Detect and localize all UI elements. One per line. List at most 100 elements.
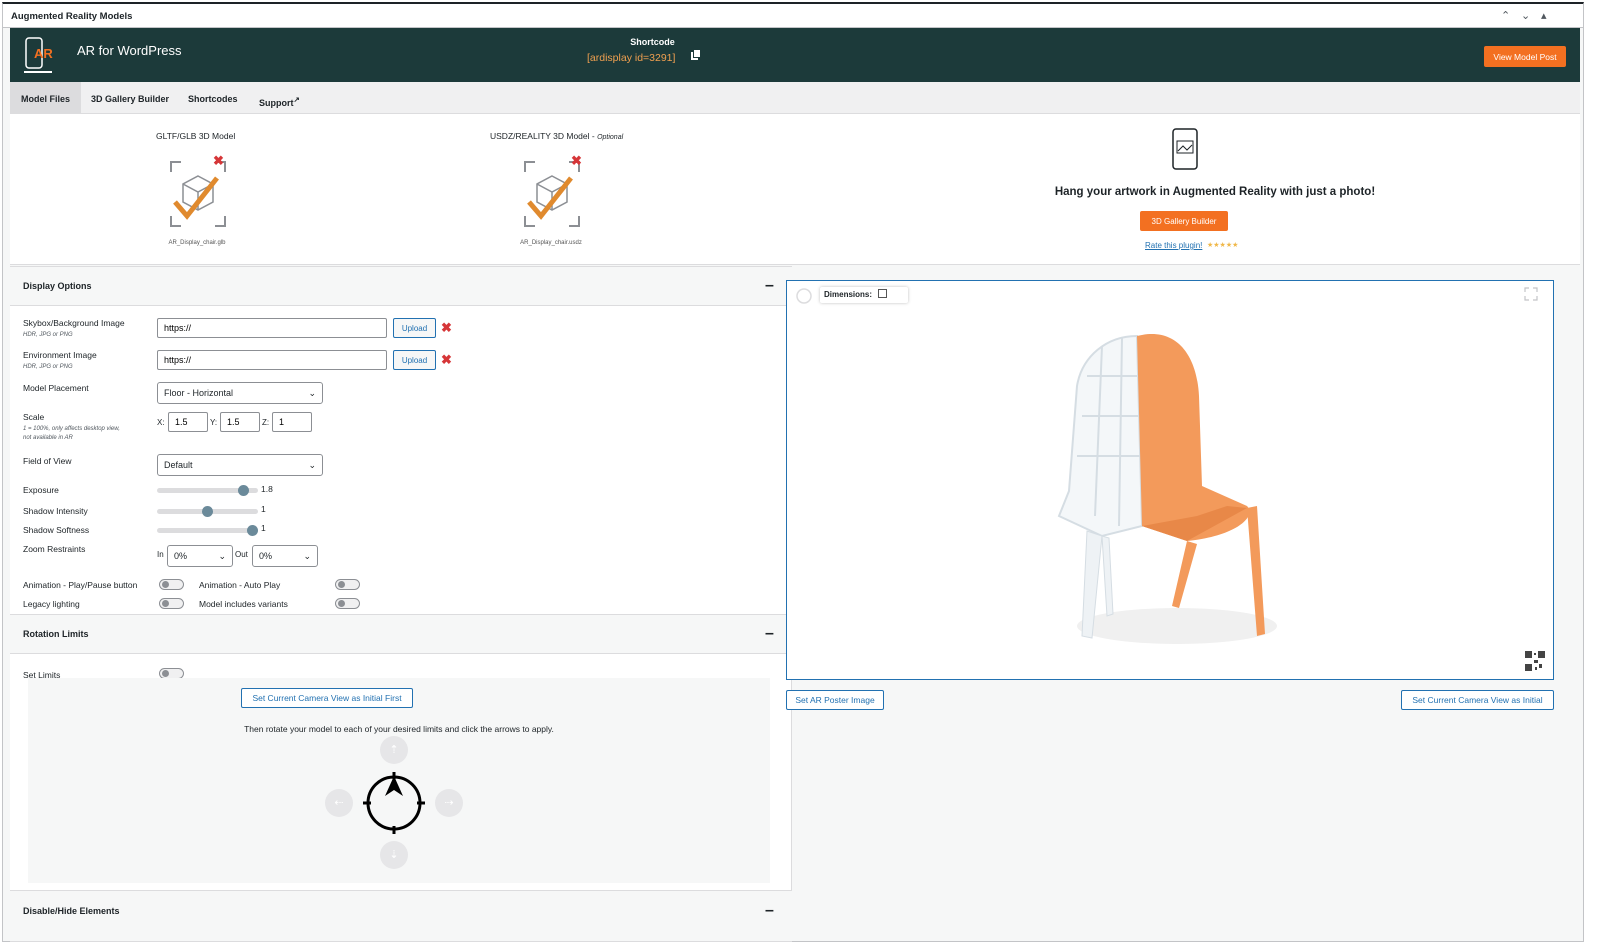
exposure-label: Exposure bbox=[23, 485, 59, 495]
scale-sub-2: not available in AR bbox=[23, 435, 73, 441]
arrow-right-icon[interactable]: ⇢ bbox=[435, 789, 463, 817]
arrow-left-icon[interactable]: ⇠ bbox=[325, 789, 353, 817]
variants-label: Model includes variants bbox=[199, 599, 288, 609]
fullscreen-icon[interactable] bbox=[1524, 287, 1538, 301]
placement-select[interactable]: Floor - Horizontal ⌄ bbox=[157, 382, 323, 404]
display-options-header[interactable]: Display Options – bbox=[10, 266, 792, 306]
model-viewer[interactable]: Dimensions: bbox=[786, 280, 1554, 680]
usdz-filename: AR_Display_chair.usdz bbox=[520, 240, 582, 246]
chevron-down-icon: ⌄ bbox=[308, 388, 316, 398]
optional-label: Optional bbox=[597, 134, 624, 141]
anim-auto-toggle[interactable] bbox=[335, 579, 360, 590]
anim-auto-label: Animation - Auto Play bbox=[199, 580, 281, 590]
anim-play-label: Animation - Play/Pause button bbox=[23, 580, 138, 590]
fov-label: Field of View bbox=[23, 456, 72, 466]
usdz-model-icon[interactable] bbox=[521, 158, 583, 232]
shortcode-value[interactable]: [ardisplay id=3291] bbox=[587, 52, 675, 64]
shadow-intensity-label: Shadow Intensity bbox=[23, 506, 88, 516]
arrow-up-icon[interactable]: ⇡ bbox=[380, 736, 408, 764]
scale-x-input[interactable] bbox=[168, 412, 208, 432]
skybox-remove-icon[interactable]: ✖ bbox=[441, 321, 452, 334]
disable-hide-header[interactable]: Disable/Hide Elements – bbox=[10, 890, 792, 942]
tab-support[interactable]: Support↗ bbox=[248, 82, 311, 114]
set-camera-initial-button[interactable]: Set Current Camera View as Initial bbox=[1401, 690, 1554, 710]
chevron-down-icon: ⌄ bbox=[308, 460, 316, 470]
environment-remove-icon[interactable]: ✖ bbox=[441, 353, 452, 366]
collapse-toggle-icon[interactable]: – bbox=[765, 277, 774, 295]
move-down-icon[interactable]: ⌄ bbox=[1521, 9, 1530, 22]
skybox-label: Skybox/Background Image HDR, JPG or PNG bbox=[23, 318, 125, 340]
skybox-label-text: Skybox/Background Image bbox=[23, 318, 125, 328]
shadow-softness-thumb[interactable] bbox=[247, 525, 258, 536]
skybox-upload-button[interactable]: Upload bbox=[393, 318, 436, 338]
dimensions-toggle[interactable]: Dimensions: bbox=[820, 287, 908, 303]
usdz-title-text: USDZ/REALITY 3D Model - bbox=[490, 131, 598, 141]
scale-z-input[interactable] bbox=[272, 412, 312, 432]
shadow-softness-value: 1 bbox=[261, 523, 266, 533]
shadow-intensity-slider[interactable] bbox=[157, 506, 258, 517]
tab-shortcodes[interactable]: Shortcodes bbox=[177, 82, 249, 114]
fov-select[interactable]: Default ⌄ bbox=[157, 454, 323, 476]
remove-gltf-icon[interactable]: ✖ bbox=[213, 154, 224, 167]
environment-sub: HDR, JPG or PNG bbox=[23, 364, 73, 370]
shadow-softness-slider[interactable] bbox=[157, 525, 258, 536]
legacy-lighting-toggle[interactable] bbox=[159, 598, 184, 609]
anim-play-toggle[interactable] bbox=[159, 579, 184, 590]
chevron-down-icon: ⌄ bbox=[218, 551, 226, 561]
zoom-in-value: 0% bbox=[174, 551, 188, 561]
phone-artwork-icon bbox=[1172, 128, 1198, 170]
metabox-title: Augmented Reality Models bbox=[11, 11, 133, 22]
rate-plugin-link[interactable]: Rate this plugin! bbox=[1145, 241, 1202, 250]
plugin-banner: AR AR for WordPress Shortcode [ardisplay… bbox=[10, 28, 1580, 82]
exposure-thumb[interactable] bbox=[238, 485, 249, 496]
compass-icon bbox=[363, 772, 425, 834]
zoom-out-select[interactable]: 0% ⌄ bbox=[252, 545, 318, 567]
tab-model-files[interactable]: Model Files bbox=[10, 82, 82, 114]
rotation-limits-header[interactable]: Rotation Limits – bbox=[10, 614, 792, 654]
zoom-in-label: In bbox=[157, 550, 164, 559]
scale-sub-1: 1 = 100%, only affects desktop view, bbox=[23, 426, 120, 432]
scale-y-input[interactable] bbox=[220, 412, 260, 432]
gallery-builder-button[interactable]: 3D Gallery Builder bbox=[1140, 211, 1228, 231]
legacy-lighting-label: Legacy lighting bbox=[23, 599, 80, 609]
rotation-instructions: Then rotate your model to each of your d… bbox=[244, 724, 554, 734]
remove-usdz-icon[interactable]: ✖ bbox=[571, 154, 582, 167]
environment-upload-button[interactable]: Upload bbox=[393, 350, 436, 370]
set-poster-image-button[interactable]: Set AR Poster Image bbox=[786, 690, 884, 710]
tab-3d-gallery-builder[interactable]: 3D Gallery Builder bbox=[80, 82, 180, 114]
collapse-icon[interactable]: ▴ bbox=[1541, 9, 1547, 22]
loading-spinner-icon bbox=[796, 288, 812, 304]
shadow-intensity-thumb[interactable] bbox=[202, 506, 213, 517]
zoom-in-select[interactable]: 0% ⌄ bbox=[167, 545, 233, 567]
disable-hide-title: Disable/Hide Elements bbox=[23, 906, 120, 916]
collapse-toggle-icon[interactable]: – bbox=[765, 902, 774, 920]
dimensions-checkbox[interactable] bbox=[878, 289, 887, 298]
skybox-url-input[interactable] bbox=[157, 318, 387, 338]
scale-y-label: Y: bbox=[210, 418, 218, 427]
skybox-sub: HDR, JPG or PNG bbox=[23, 332, 73, 338]
environment-url-input[interactable] bbox=[157, 350, 387, 370]
copy-icon[interactable] bbox=[690, 49, 702, 61]
qr-code-icon[interactable] bbox=[1524, 650, 1546, 672]
variants-toggle[interactable] bbox=[335, 598, 360, 609]
exposure-slider[interactable] bbox=[157, 485, 258, 496]
move-up-icon[interactable]: ⌃ bbox=[1501, 9, 1510, 22]
zoom-out-value: 0% bbox=[259, 551, 273, 561]
gltf-model-icon[interactable] bbox=[167, 158, 229, 232]
model-files-section: GLTF/GLB 3D Model ✖ AR_Display_chair.glb… bbox=[10, 114, 1580, 265]
gltf-title: GLTF/GLB 3D Model bbox=[156, 131, 236, 141]
set-initial-first-button[interactable]: Set Current Camera View as Initial First bbox=[241, 688, 413, 708]
scale-x-label: X: bbox=[157, 418, 165, 427]
arrow-down-icon[interactable]: ⇣ bbox=[380, 841, 408, 869]
collapse-toggle-icon[interactable]: – bbox=[765, 625, 774, 643]
shadow-softness-label: Shadow Softness bbox=[23, 525, 90, 535]
scale-z-label: Z: bbox=[262, 418, 270, 427]
environment-label: Environment Image HDR, JPG or PNG bbox=[23, 350, 97, 372]
settings-panel: Display Options – Skybox/Background Imag… bbox=[10, 266, 792, 942]
environment-label-text: Environment Image bbox=[23, 350, 97, 360]
fov-value: Default bbox=[164, 460, 193, 470]
view-model-post-button[interactable]: View Model Post bbox=[1484, 46, 1566, 67]
artwork-promo-text: Hang your artwork in Augmented Reality w… bbox=[1054, 186, 1376, 198]
exposure-value: 1.8 bbox=[261, 484, 273, 494]
usdz-title: USDZ/REALITY 3D Model - Optional bbox=[490, 131, 623, 141]
